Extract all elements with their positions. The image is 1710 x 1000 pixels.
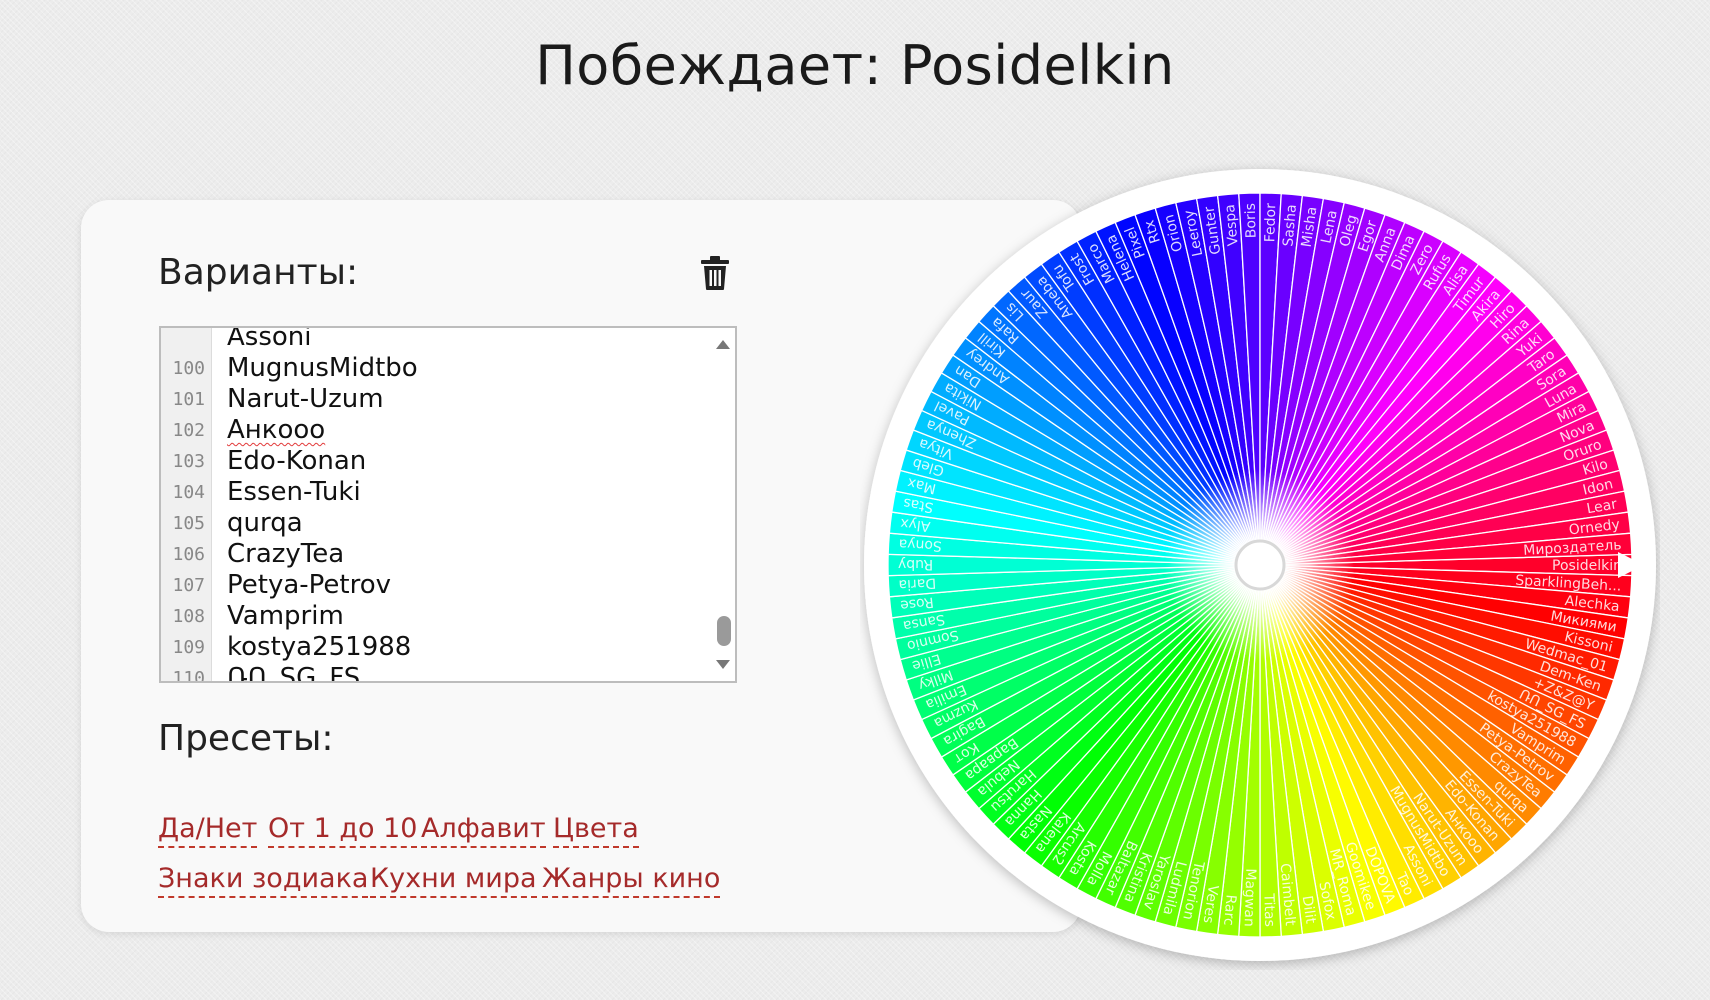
preset-zodiac[interactable]: Знаки зодиака [158, 862, 369, 898]
wheel-segment-label: Rarc [1220, 894, 1239, 926]
line-number: 108 [172, 606, 205, 627]
variant-text[interactable]: Анкооо [227, 415, 325, 445]
variant-line[interactable]: Assoni [161, 328, 713, 352]
page-title: Побеждает: Posidelkin [535, 34, 1175, 97]
variant-text[interactable]: MugnusMidtbo [227, 353, 418, 383]
line-number: 106 [172, 544, 205, 565]
presets-label: Пресеты: [158, 718, 334, 759]
preset-yes-no[interactable]: Да/Нет [158, 812, 258, 848]
wheel-segment-label: Titas [1260, 892, 1277, 927]
preset-movie-genres[interactable]: Жанры кино [542, 862, 721, 898]
variant-text[interactable]: ՌՈ_SG_FS [227, 663, 360, 681]
preset-colors[interactable]: Цвета [553, 812, 639, 848]
line-number: 101 [172, 389, 205, 410]
wheel-segment-label: Sonya [898, 535, 942, 553]
preset-alphabet[interactable]: Алфавит [421, 812, 546, 848]
scroll-up-arrow-icon[interactable] [716, 340, 730, 349]
variant-text[interactable]: Vamprim [227, 601, 344, 631]
variant-text[interactable]: kostya251988 [227, 632, 411, 662]
line-number: 100 [172, 358, 205, 379]
variant-text[interactable]: qurqa [227, 508, 303, 538]
wheel-segment-label: Daria [898, 575, 936, 593]
variant-text[interactable]: Edo-Konan [227, 446, 366, 476]
variant-line[interactable]: 101 Narut-Uzum [161, 382, 713, 414]
fortune-wheel[interactable]: Posidelkin SparklingBeh... Alechka Микиями K… [860, 160, 1660, 970]
variant-text[interactable]: Assoni [227, 328, 312, 352]
variants-editor[interactable]: Assoni 100 MugnusMidtbo 101 Narut-Uzum 102 Анк… [159, 326, 737, 683]
wheel-segment-label: Boris [1243, 203, 1260, 239]
variant-text[interactable]: Petya-Petrov [227, 570, 391, 600]
line-number: 107 [172, 575, 205, 596]
variant-text[interactable]: Essen-Tuki [227, 477, 361, 507]
line-number: 103 [172, 451, 205, 472]
line-number: 110 [172, 668, 205, 683]
scroll-down-arrow-icon[interactable] [716, 660, 730, 669]
variant-line[interactable]: 107 Petya-Petrov [161, 568, 713, 600]
variant-line[interactable]: 109 kostya251988 [161, 630, 713, 662]
variant-line[interactable]: 102 Анкооо [161, 413, 713, 445]
scroll-thumb[interactable] [717, 616, 731, 646]
variant-line[interactable]: 104 Essen-Tuki [161, 475, 713, 507]
wheel-segment-label: Ruby [898, 556, 933, 572]
variant-line[interactable]: 105 qurqa [161, 506, 713, 538]
variants-label: Варианты: [158, 252, 359, 293]
line-number: 104 [172, 482, 205, 503]
preset-1-to-10[interactable]: От 1 до 10 [268, 812, 418, 848]
variant-line[interactable]: 106 CrazyTea [161, 537, 713, 569]
variant-text[interactable]: CrazyTea [227, 539, 344, 569]
variant-line[interactable]: 100 MugnusMidtbo [161, 351, 713, 383]
line-number: 109 [172, 637, 205, 658]
wheel-segment-label: Posidelkin [1552, 558, 1622, 574]
wheel-hub[interactable] [1234, 539, 1286, 591]
preset-cuisines[interactable]: Кухни мира [370, 862, 537, 898]
variant-line[interactable]: 103 Edo-Konan [161, 444, 713, 476]
wheel-segment-label: Alyx [900, 515, 932, 534]
line-number: 102 [172, 420, 205, 441]
line-number: 105 [172, 513, 205, 534]
trash-icon[interactable] [699, 255, 731, 291]
variant-line[interactable]: 110 ՌՈ_SG_FS [161, 661, 713, 683]
editor-scrollbar[interactable] [713, 328, 735, 681]
wheel-segment-label: Fedor [1262, 203, 1279, 243]
variants-lines[interactable]: Assoni 100 MugnusMidtbo 101 Narut-Uzum 102 Анк… [161, 328, 713, 683]
variant-line[interactable]: 108 Vamprim [161, 599, 713, 631]
variant-text[interactable]: Narut-Uzum [227, 384, 384, 414]
wheel-segment-label: Magwan [1241, 868, 1259, 927]
